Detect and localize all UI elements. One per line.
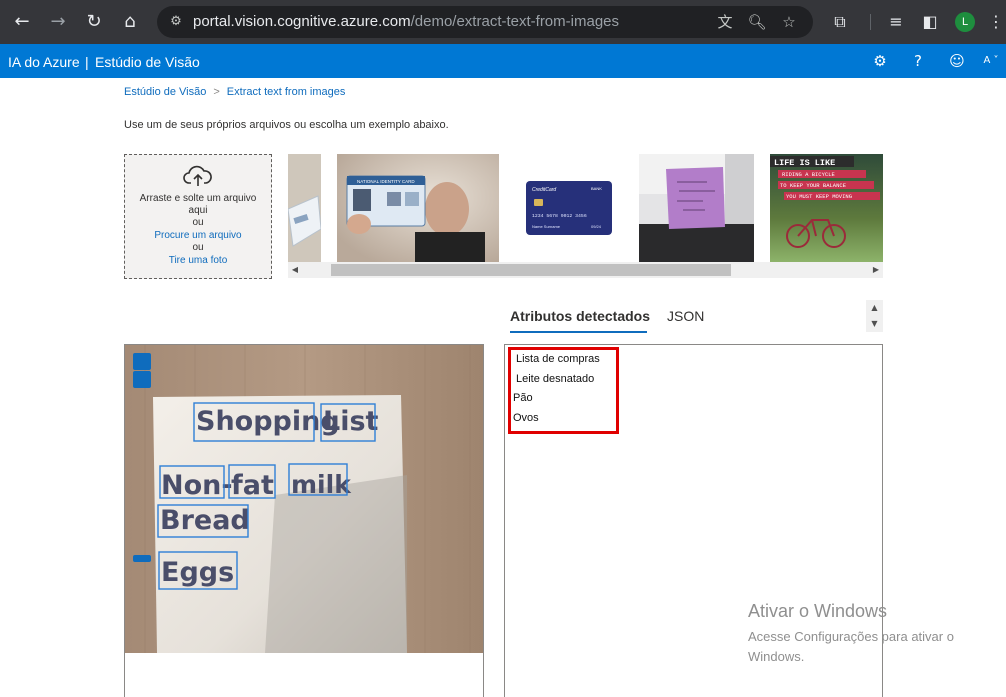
card-bank: BANK — [591, 186, 602, 191]
home-icon[interactable]: ⌂ — [116, 8, 144, 36]
scroll-left-icon[interactable]: ◀ — [288, 262, 302, 278]
poster-line-3: TO KEEP YOUR BALANCE — [780, 182, 847, 189]
note-word-list: List — [323, 406, 379, 437]
tabs-vertical-scroll[interactable]: ▲ ▼ — [866, 300, 883, 332]
scroll-down-icon[interactable]: ▼ — [866, 316, 883, 332]
browser-toolbar: ← → ↻ ⌂ ⚙ portal.vision.cognitive.azure.… — [0, 0, 1006, 44]
sample-image-credit-card: CreditCard BANK 1234 5678 9012 3456 Name… — [499, 154, 639, 262]
gallery-scrollbar[interactable]: ◀ ▶ — [288, 262, 883, 278]
translate-icon[interactable]: 文 — [715, 12, 735, 32]
or-text: ou — [192, 217, 204, 228]
extensions-icon[interactable]: ⧉ — [828, 10, 852, 34]
feedback-smiley-icon[interactable]: ☺ — [948, 52, 966, 70]
note-word-nonfat-1: Non- — [161, 470, 233, 501]
watermark-subtitle: Acesse Configurações para ativar o Windo… — [748, 629, 954, 664]
result-line: Leite desnatado — [516, 373, 595, 385]
analyzed-image-panel: Shopping List Non- fat milk Bread Eggs — [124, 344, 484, 697]
result-line: Lista de compras — [516, 353, 600, 365]
url-path: /demo/extract-text-from-images — [410, 13, 619, 30]
note-word-shopping: Shopping — [196, 406, 340, 437]
brand-link[interactable]: IA do Azure — [8, 54, 80, 70]
zoom-slider-handle[interactable] — [133, 555, 151, 562]
url-text[interactable]: portal.vision.cognitive.azure.com/demo/e… — [193, 13, 619, 30]
cloud-upload-icon — [183, 165, 212, 186]
id-card-text: NATIONAL IDENTITY CARD — [357, 179, 415, 184]
drag-drop-text: Arraste e solte um arquivo aqui — [139, 193, 257, 216]
card-brand: CreditCard — [532, 187, 556, 193]
url-host: portal.vision.cognitive.azure.com — [193, 13, 411, 30]
note-word-eggs: Eggs — [161, 557, 234, 588]
side-panel-icon[interactable]: ◧ — [918, 10, 942, 34]
menu-kebab-icon[interactable]: ⋮ — [984, 10, 1006, 34]
intro-text: Use um de seus próprios arquivos ou esco… — [124, 119, 449, 131]
bookmark-star-icon[interactable]: ☆ — [779, 12, 799, 32]
result-line: Pão — [513, 392, 533, 404]
gallery-scroll-thumb[interactable] — [331, 264, 731, 276]
scroll-right-icon[interactable]: ▶ — [869, 262, 883, 278]
windows-activation-watermark: Ativar o Windows Acesse Configurações pa… — [748, 601, 998, 667]
sample-image-partial — [288, 154, 321, 262]
breadcrumb-separator: > — [213, 86, 220, 98]
take-photo-link[interactable]: Tire uma foto — [125, 254, 271, 267]
account-icon[interactable]: A ˅ — [982, 52, 1000, 70]
or-text: ou — [192, 242, 204, 253]
toolbar-separator — [870, 14, 871, 30]
tab-json[interactable]: JSON — [667, 308, 704, 324]
active-tab-indicator — [510, 331, 647, 333]
analyzed-image: Shopping List Non- fat milk Bread Eggs — [125, 345, 483, 653]
watermark-title: Ativar o Windows — [748, 601, 888, 621]
breadcrumb-home[interactable]: Estúdio de Visão — [124, 86, 206, 98]
back-arrow-icon[interactable]: ← — [8, 8, 36, 36]
zoom-icon[interactable]: 🔍︎ — [747, 12, 767, 32]
help-icon[interactable]: ? — [909, 52, 927, 70]
note-word-nonfat-2: fat — [231, 470, 274, 501]
azure-header: IA do Azure | Estúdio de Visão ⚙ ? ☺ A ˅ — [0, 44, 1006, 78]
settings-icon[interactable]: ⚙ — [871, 52, 889, 70]
sample-thumb-credit-card[interactable]: CreditCard BANK 1234 5678 9012 3456 Name… — [499, 154, 639, 262]
sample-image-poster: LIFE IS LIKE RIDING A BICYCLE TO KEEP YO… — [770, 154, 883, 262]
sample-image-sticky-note — [639, 154, 754, 262]
tab-detected-attributes[interactable]: Atributos detectados — [510, 308, 650, 324]
site-settings-icon[interactable]: ⚙ — [167, 13, 185, 31]
upload-dropzone[interactable]: Arraste e solte um arquivo aqui ou Procu… — [124, 154, 272, 279]
sample-gallery: NATIONAL IDENTITY CARD CreditCard BANK 1… — [288, 154, 883, 262]
address-bar[interactable]: ⚙ portal.vision.cognitive.azure.com/demo… — [157, 6, 813, 38]
scroll-up-icon[interactable]: ▲ — [866, 300, 883, 316]
browse-file-link[interactable]: Procure um arquivo — [125, 229, 271, 242]
sample-thumb-id-card[interactable]: NATIONAL IDENTITY CARD — [337, 154, 499, 262]
sample-image-id-card: NATIONAL IDENTITY CARD — [337, 154, 499, 262]
breadcrumb-current[interactable]: Extract text from images — [227, 86, 346, 98]
poster-line-4: YOU MUST KEEP MOVING — [786, 193, 852, 200]
zoom-in-button[interactable] — [133, 353, 151, 370]
poster-line-2: RIDING A BICYCLE — [782, 171, 836, 178]
reload-icon[interactable]: ↻ — [80, 8, 108, 36]
card-number: 1234 5678 9012 3456 — [532, 213, 587, 219]
breadcrumb: Estúdio de Visão > Extract text from image… — [124, 86, 345, 98]
poster-line-1: LIFE IS LIKE — [774, 158, 835, 168]
header-divider: | — [85, 54, 89, 70]
sample-thumb-sticky-note[interactable] — [639, 154, 754, 262]
sample-thumb-partial[interactable] — [288, 154, 321, 262]
card-expiry: 09/24 — [591, 224, 602, 229]
note-word-bread: Bread — [160, 505, 250, 536]
profile-avatar[interactable]: L — [955, 12, 975, 32]
account-letter: A — [983, 55, 991, 66]
media-controls-icon[interactable]: ≡ — [884, 10, 908, 34]
result-line: Ovos — [513, 412, 539, 424]
card-name: Name Surname — [532, 224, 561, 229]
studio-link[interactable]: Estúdio de Visão — [95, 54, 200, 70]
sample-thumb-poster[interactable]: LIFE IS LIKE RIDING A BICYCLE TO KEEP YO… — [770, 154, 883, 262]
zoom-out-button[interactable] — [133, 371, 151, 388]
forward-arrow-icon[interactable]: → — [44, 8, 72, 36]
